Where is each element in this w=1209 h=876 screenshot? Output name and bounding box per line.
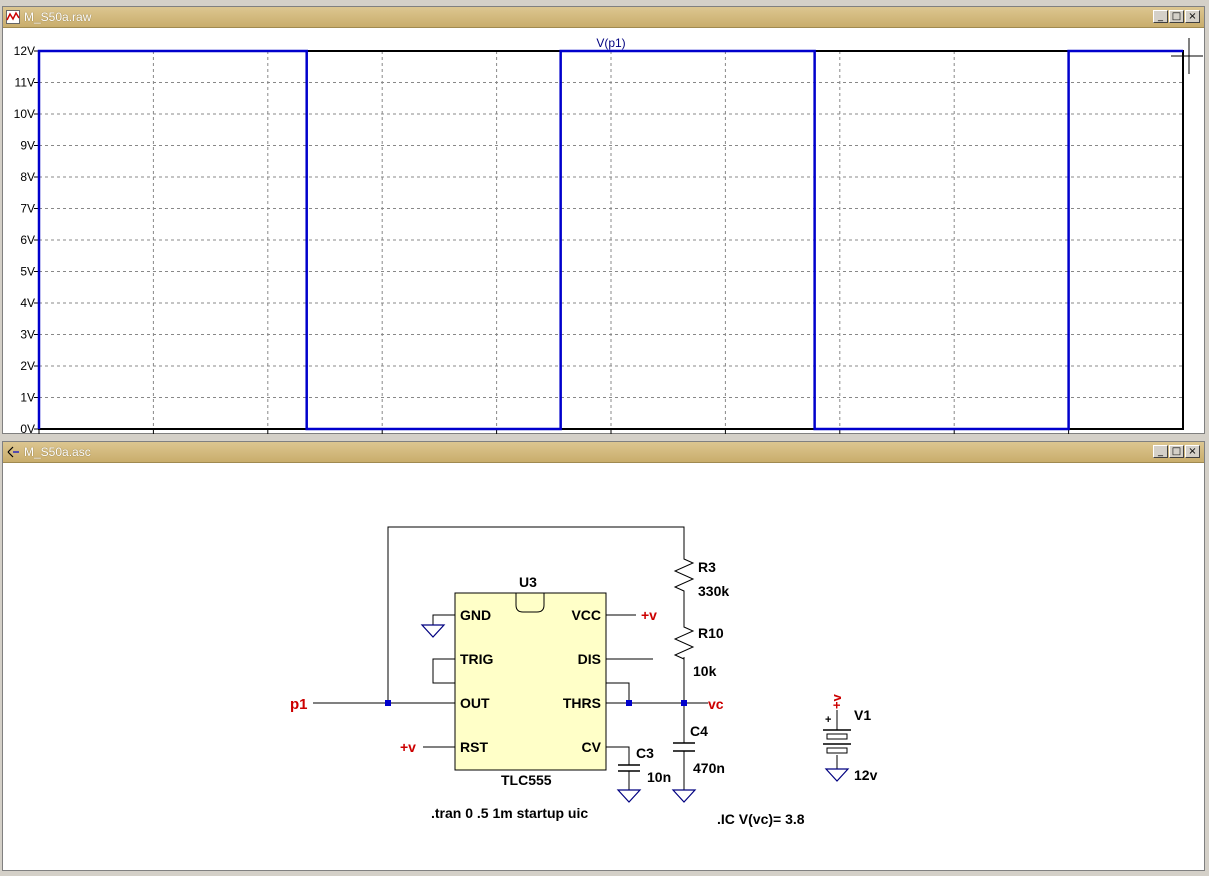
ground-icon [671,789,697,803]
r3-value: 330k [698,583,729,599]
y-tick-label: 8V [20,170,35,184]
y-tick-label: 6V [20,233,35,247]
y-tick-label: 7V [20,202,35,216]
chip-reference: U3 [519,574,537,590]
pin-gnd: GND [460,607,491,623]
capacitor-c3[interactable]: C3 10n [618,745,671,785]
waveform-window-titlebar[interactable]: M_S50a.raw _ □ × [3,7,1204,28]
pin-out: OUT [460,695,490,711]
schematic-canvas[interactable]: U3 TLC555 GND TRIG OUT RST VCC DIS THRS … [3,463,1204,871]
close-button[interactable]: × [1185,10,1200,23]
waveform-file-icon [6,10,20,24]
y-tick-label: 2V [20,359,35,373]
pin-dis: DIS [578,651,601,667]
v1-cell-1 [826,733,848,740]
junction-dot [626,700,632,706]
c3-value: 10n [647,769,671,785]
net-label-v1: +v [829,693,844,709]
resistor-r3[interactable]: R3 330k [673,553,729,599]
y-tick-label: 0V [20,422,35,434]
maximize-button[interactable]: □ [1169,10,1184,23]
minimize-button[interactable]: _ [1153,10,1168,23]
schematic-file-icon [7,446,19,458]
chip-part-label: TLC555 [501,772,552,788]
net-label-rst: +v [400,739,416,755]
y-tick-label: 4V [20,296,35,310]
net-label-p1: p1 [290,696,308,713]
v1-value: 12v [854,767,878,783]
net-label-vc: vc [708,696,724,712]
junction-dot [385,700,391,706]
pin-rst: RST [460,739,488,755]
c4-name: C4 [690,723,708,739]
r10-value: 10k [693,663,717,679]
net-label-vcc: +v [641,607,657,623]
minimize-button[interactable]: _ [1153,445,1168,458]
voltage-source-v1[interactable]: + V1 12v [823,707,878,783]
y-tick-label: 3V [20,328,35,342]
r10-name: R10 [698,625,724,641]
capacitor-c4[interactable]: C4 470n [673,723,725,776]
c3-name: C3 [636,745,654,761]
schematic-window[interactable]: M_S50a.asc _ □ × U3 TLC555 GND TRIG OUT … [2,441,1205,871]
pin-cv: CV [582,739,602,755]
y-tick-label: 5V [20,265,35,279]
v1-name: V1 [854,707,871,723]
ground-icon [420,624,446,638]
junction-dot [681,700,687,706]
tran-directive[interactable]: .tran 0 .5 1m startup uic [431,805,588,821]
waveform-plot[interactable]: 0V1V2V3V4V5V6V7V8V9V10V11V12V0ms50ms100m… [3,28,1204,434]
y-tick-label: 11V [15,76,35,90]
wire-cv [606,746,630,765]
ground-icon [616,789,642,803]
pin-thrs: THRS [563,695,601,711]
y-tick-label: 10V [14,107,35,121]
pin-trig: TRIG [460,651,494,667]
resistor-r10-symbol [673,621,695,663]
y-tick-label: 12V [14,44,35,58]
ground-icon [824,768,850,782]
pin-vcc: VCC [571,607,601,623]
v1-cell-2 [826,747,848,754]
schematic-window-title: M_S50a.asc [24,445,91,459]
y-tick-label: 1V [20,391,35,405]
close-button[interactable]: × [1185,445,1200,458]
maximize-button[interactable]: □ [1169,445,1184,458]
waveform-window[interactable]: M_S50a.raw _ □ × 0V 1V 2V 3V 4V 5V 6V 7V 8V 9V 10V… [2,6,1205,434]
wire-gnd [432,614,455,625]
c4-value: 470n [693,760,725,776]
tlc555-chip[interactable]: U3 TLC555 GND TRIG OUT RST VCC DIS THRS … [454,574,607,788]
r3-name: R3 [698,559,716,575]
v1-plus-sign: + [825,714,831,726]
resistor-r10[interactable]: R10 10k [673,621,724,679]
waveform-window-title: M_S50a.raw [24,10,92,24]
schematic-window-titlebar[interactable]: M_S50a.asc _ □ × [3,442,1204,463]
ic-directive[interactable]: .IC V(vc)= 3.8 [717,811,805,827]
trace-title[interactable]: V(p1) [596,36,625,50]
resistor-r3-symbol [673,553,695,599]
y-tick-label: 9V [20,139,35,153]
